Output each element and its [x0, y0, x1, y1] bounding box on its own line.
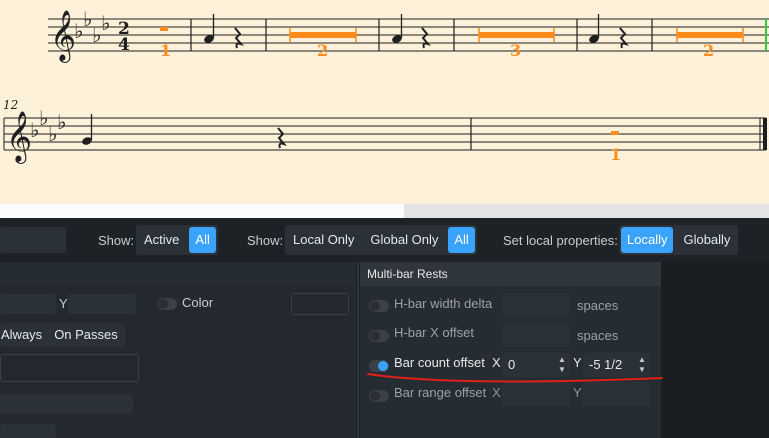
scrollbar-thumb[interactable] — [404, 204, 769, 218]
x-axis-label: X — [492, 385, 501, 400]
whole-rest — [160, 27, 168, 31]
hbar-x-offset-input[interactable] — [502, 323, 570, 347]
hbar-width-delta-toggle[interactable] — [369, 300, 389, 312]
locally-button[interactable]: Locally — [621, 227, 674, 253]
quarter-rest — [277, 127, 288, 149]
quarter-rest — [234, 27, 245, 49]
multirest-count: 3 — [510, 41, 521, 60]
color-toggle[interactable] — [157, 298, 177, 310]
show-active-button[interactable]: Active — [138, 227, 185, 253]
property-input[interactable] — [0, 424, 56, 438]
multirest-hbar — [676, 28, 744, 42]
whole-rest — [611, 131, 619, 135]
on-passes-button[interactable]: On Passes — [48, 324, 124, 346]
show-all-button[interactable]: All — [189, 227, 216, 253]
quarter-note — [82, 114, 93, 145]
properties-panel: Show: Active All Show: Local Only Global… — [0, 218, 769, 438]
globally-button[interactable]: Globally — [677, 227, 736, 253]
score-canvas[interactable]: 𝄞 ♭ ♭ ♭ ♭ 2 4 1 2 3 2 12 𝄞 ♭ ♭ ♭ ♭ 1 — [0, 0, 769, 204]
show-all-scope-button[interactable]: All — [448, 227, 475, 253]
show-global-only-button[interactable]: Global Only — [364, 227, 444, 253]
color-swatch[interactable] — [291, 293, 349, 315]
set-local-properties-label: Set local properties: — [503, 233, 618, 248]
staff-1 — [48, 18, 769, 52]
show-local-only-button[interactable]: Local Only — [287, 227, 360, 253]
general-section-header — [0, 262, 356, 286]
text-input[interactable] — [0, 354, 139, 382]
multirest-hbar — [289, 28, 357, 42]
score-view[interactable]: 𝄞 ♭ ♭ ♭ ♭ 2 4 1 2 3 2 12 𝄞 ♭ ♭ ♭ ♭ 1 — [0, 0, 769, 204]
multirest-hbar — [478, 28, 555, 42]
show-label: Show: — [98, 233, 135, 248]
show-active-filter: Active All — [136, 225, 218, 255]
annotation-underline — [367, 373, 663, 383]
bar-range-offset-toggle[interactable] — [369, 390, 389, 402]
treble-clef-icon: 𝄞 — [50, 10, 76, 63]
multi-bar-rests-section — [360, 262, 661, 438]
quarter-rest — [619, 27, 630, 49]
bar-range-offset-label: Bar range offset — [394, 385, 487, 400]
always-button[interactable]: Always — [1, 324, 46, 346]
x-offset-input[interactable] — [0, 294, 56, 314]
hbar-x-offset-toggle[interactable] — [369, 330, 389, 342]
show-scope-filter: Local Only Global Only All — [285, 225, 477, 255]
y-axis-label: Y — [59, 296, 68, 311]
svg-text:♭: ♭ — [57, 110, 66, 134]
color-label: Color — [182, 295, 214, 310]
property-input[interactable] — [0, 394, 133, 414]
spaces-unit: spaces — [577, 328, 619, 343]
visibility-mode: Always On Passes — [0, 323, 125, 347]
section-divider — [357, 262, 359, 438]
search-input[interactable] — [0, 227, 66, 253]
measure-number: 12 — [3, 98, 18, 112]
empty-panel-area — [661, 262, 769, 438]
hbar-x-offset-label: H-bar X offset — [394, 325, 474, 340]
quarter-rest — [421, 27, 432, 49]
treble-clef-icon: 𝄞 — [6, 111, 32, 164]
staff-2 — [4, 117, 766, 151]
multi-bar-rests-title: Multi-bar Rests — [367, 267, 448, 281]
multirest-count: 1 — [160, 41, 171, 60]
multirest-count: 2 — [317, 41, 328, 60]
svg-text:♭: ♭ — [101, 11, 110, 35]
y-offset-input[interactable] — [68, 294, 136, 314]
spaces-unit: spaces — [577, 298, 619, 313]
key-signature-flats: ♭ ♭ ♭ ♭ — [30, 106, 66, 146]
hbar-width-delta-input[interactable] — [502, 293, 570, 317]
set-properties-mode: Locally Globally — [619, 225, 739, 255]
key-signature-flats: ♭ ♭ ♭ ♭ — [74, 7, 110, 47]
time-signature-bottom: 4 — [118, 35, 130, 55]
show-label: Show: — [247, 233, 284, 248]
hbar-width-delta-label: H-bar width delta — [394, 296, 493, 311]
multirest-count: 1 — [610, 145, 621, 164]
multirest-count: 2 — [703, 41, 714, 60]
y-axis-label: Y — [573, 385, 582, 400]
